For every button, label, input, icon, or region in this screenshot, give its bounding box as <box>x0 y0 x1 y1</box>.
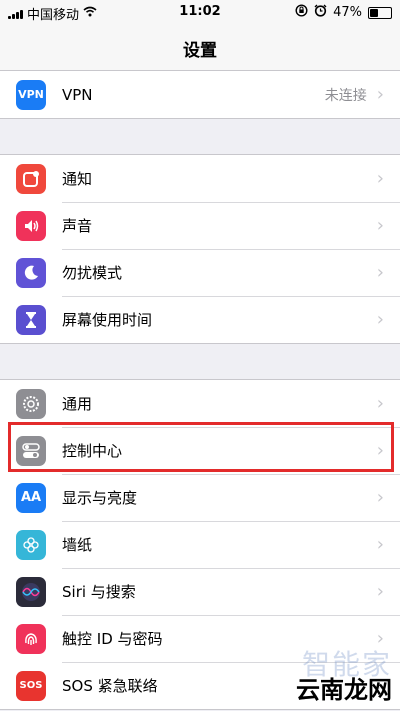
chevron-right-icon: › <box>376 534 384 555</box>
toggle-icon <box>16 435 46 466</box>
hourglass-icon <box>16 304 46 335</box>
gear-icon <box>16 388 46 419</box>
settings-row-control-center[interactable]: 控制中心 › <box>0 427 400 474</box>
vpn-status: 未连接 <box>324 87 367 104</box>
settings-row-label: 屏幕使用时间 <box>62 311 153 329</box>
settings-group-alerts: 通知 › 声音 › 勿扰模式 › 屏幕使用时间 › <box>0 154 400 344</box>
watermark: 智能家 云南龙网 <box>296 648 392 705</box>
alarm-icon <box>314 4 327 21</box>
chevron-right-icon: › <box>376 84 384 105</box>
settings-row-screen-time[interactable]: 屏幕使用时间 › <box>0 296 400 343</box>
sounds-icon <box>16 210 46 241</box>
battery-icon <box>368 6 392 19</box>
chevron-right-icon: › <box>376 393 384 414</box>
navigation-bar: 设置 <box>0 24 400 71</box>
display-icon: AA <box>16 482 46 513</box>
vpn-icon: VPN <box>16 79 46 110</box>
settings-row-siri-search[interactable]: Siri 与搜索 › <box>0 568 400 615</box>
watermark-faint-text: 智能家 <box>301 648 392 681</box>
settings-row-label: 勿扰模式 <box>62 264 123 282</box>
fingerprint-icon <box>16 623 46 654</box>
chevron-right-icon: › <box>376 262 384 283</box>
siri-icon <box>16 576 46 607</box>
rotation-lock-icon <box>295 4 308 21</box>
chevron-right-icon: › <box>376 309 384 330</box>
chevron-right-icon: › <box>376 581 384 602</box>
settings-row-label: Siri 与搜索 <box>62 583 136 601</box>
settings-row-label: 通用 <box>62 395 93 413</box>
status-right: 47% <box>295 4 392 21</box>
chevron-right-icon: › <box>376 168 384 189</box>
chevron-right-icon: › <box>376 487 384 508</box>
settings-row-label: 显示与亮度 <box>62 489 138 507</box>
battery-percent: 47% <box>333 5 362 20</box>
notifications-icon <box>16 163 46 194</box>
settings-row-display-brightness[interactable]: AA 显示与亮度 › <box>0 474 400 521</box>
page-title: 设置 <box>183 41 217 61</box>
settings-row-label: 声音 <box>62 217 93 235</box>
sos-icon: SOS <box>16 670 46 701</box>
settings-row-label: 通知 <box>62 170 93 188</box>
settings-row-label: 墙纸 <box>62 536 93 554</box>
settings-row-label: 控制中心 <box>62 442 123 460</box>
chevron-right-icon: › <box>376 440 384 461</box>
settings-row-notifications[interactable]: 通知 › <box>0 155 400 202</box>
chevron-right-icon: › <box>376 215 384 236</box>
settings-row-general[interactable]: 通用 › <box>0 380 400 427</box>
settings-row-do-not-disturb[interactable]: 勿扰模式 › <box>0 249 400 296</box>
settings-group-network: VPN VPN 未连接 › <box>0 70 400 119</box>
settings-row-wallpaper[interactable]: 墙纸 › <box>0 521 400 568</box>
settings-row-sounds[interactable]: 声音 › <box>0 202 400 249</box>
wallpaper-icon <box>16 529 46 560</box>
settings-row-label: VPN <box>62 85 93 104</box>
status-bar: 中国移动 11:02 47% <box>0 0 400 24</box>
moon-icon <box>16 257 46 288</box>
settings-row-vpn[interactable]: VPN VPN 未连接 › <box>0 71 400 118</box>
